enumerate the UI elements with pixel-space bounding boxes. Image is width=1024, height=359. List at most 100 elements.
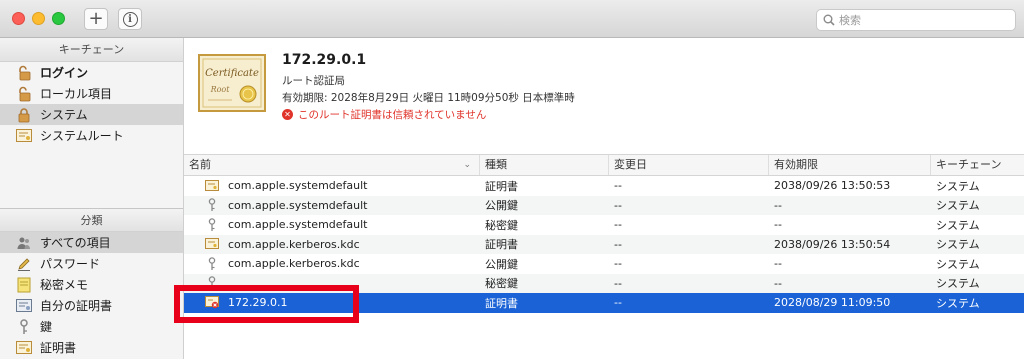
row-kind: 証明書 — [485, 296, 518, 310]
keychain-list: ログイン ローカル項目 システム システムルート — [0, 62, 183, 146]
plus-icon: + — [88, 8, 104, 29]
table-row[interactable]: com.apple.systemdefault 公開鍵 -- -- システム — [184, 195, 1024, 215]
certificate-expiration: 有効期限: 2028年8月29日 火曜日 11時09分50秒 日本標準時 — [282, 92, 575, 104]
row-modified: -- — [614, 198, 622, 212]
certificate-kind: ルート認証局 — [282, 75, 345, 87]
sidebar-item-login[interactable]: ログイン — [0, 62, 183, 83]
items-table: 名前 ⌄ 種類 変更日 有効期限 キーチェーン com.apple.systemd… — [184, 154, 1024, 359]
row-keychain: システム — [936, 296, 980, 310]
row-kind: 証明書 — [485, 238, 518, 252]
row-keychain: システム — [936, 199, 980, 213]
sidebar-item-local-items[interactable]: ローカル項目 — [0, 83, 183, 104]
category-section-header: 分類 — [0, 208, 183, 232]
sidebar-item-all-items[interactable]: すべての項目 — [0, 232, 183, 253]
key-icon — [204, 257, 220, 271]
sidebar-item-system[interactable]: システム — [0, 104, 183, 125]
add-item-button[interactable]: + — [84, 8, 108, 30]
sidebar-item-secure-notes[interactable]: 秘密メモ — [0, 274, 183, 295]
column-header-keychain[interactable]: キーチェーン — [931, 155, 1024, 175]
row-modified: -- — [614, 257, 622, 271]
certificate-icon — [16, 340, 32, 356]
sidebar-item-label: 自分の証明書 — [40, 299, 113, 313]
table-row[interactable]: com.apple.systemdefault 証明書 -- 2038/09/2… — [184, 176, 1024, 196]
column-header-modified[interactable]: 変更日 — [609, 155, 769, 175]
row-kind: 公開鍵 — [485, 199, 518, 213]
row-expires: -- — [774, 276, 782, 290]
row-modified: -- — [614, 218, 622, 232]
column-header-kind[interactable]: 種類 — [480, 155, 609, 175]
row-kind: 秘密鍵 — [485, 218, 518, 232]
info-icon: i — [122, 11, 138, 27]
key-icon — [204, 218, 220, 232]
row-kind: 秘密鍵 — [485, 277, 518, 291]
row-name: com.apple.systemdefault — [228, 198, 368, 212]
zoom-window-button[interactable] — [52, 12, 65, 25]
table-row[interactable]: com.apple.systemdefault 秘密鍵 -- -- システム — [184, 215, 1024, 235]
sidebar-item-label: ログイン — [40, 66, 89, 80]
note-icon — [16, 277, 32, 293]
row-expires: 2038/09/26 13:50:53 — [774, 179, 891, 193]
sidebar-item-label: すべての項目 — [40, 236, 111, 250]
sidebar-item-label: 証明書 — [40, 341, 77, 355]
row-modified: -- — [614, 296, 622, 310]
sidebar-item-label: 秘密メモ — [40, 278, 89, 292]
cert-image-title: Certificate — [205, 68, 259, 79]
certificate-detail-header: Certificate Root 172.29.0.1 ルート認証局 有効期限:… — [184, 38, 1024, 154]
row-expires: 2038/09/26 13:50:54 — [774, 237, 891, 251]
trust-warning-text: このルート証明書は信頼されていません — [298, 109, 487, 121]
error-icon: ✕ — [282, 109, 293, 120]
column-header-expires[interactable]: 有効期限 — [769, 155, 931, 175]
table-header: 名前 ⌄ 種類 変更日 有効期限 キーチェーン — [184, 154, 1024, 176]
certificate-icon — [16, 128, 32, 144]
row-expires: 2028/08/29 11:09:50 — [774, 296, 891, 310]
cert-image-subtitle: Root — [210, 85, 231, 94]
row-expires: -- — [774, 198, 782, 212]
sidebar-item-keys[interactable]: 鍵 — [0, 316, 183, 337]
lock-open-icon — [16, 65, 32, 81]
get-info-button[interactable]: i — [118, 8, 142, 30]
row-keychain: システム — [936, 257, 980, 271]
row-keychain: システム — [936, 277, 980, 291]
row-kind: 公開鍵 — [485, 257, 518, 271]
table-row[interactable]: com.apple.kerberos.kdc 証明書 -- 2038/09/26… — [184, 234, 1024, 254]
annotation-highlight-box — [174, 285, 359, 323]
lock-icon — [16, 107, 32, 123]
minimize-window-button[interactable] — [32, 12, 45, 25]
sidebar-item-label: 鍵 — [40, 320, 53, 334]
search-icon — [823, 14, 835, 26]
sidebar-item-my-certificates[interactable]: 自分の証明書 — [0, 295, 183, 316]
row-modified: -- — [614, 237, 622, 251]
row-keychain: システム — [936, 218, 980, 232]
keychain-section-header: キーチェーン — [0, 38, 183, 62]
certificate-icon — [204, 179, 220, 193]
row-keychain: システム — [936, 179, 980, 193]
search-field[interactable] — [816, 9, 1016, 31]
my-certificate-icon — [16, 298, 32, 314]
pencil-icon — [16, 256, 32, 272]
row-name: com.apple.kerberos.kdc — [228, 257, 360, 271]
row-name: com.apple.kerberos.kdc — [228, 237, 360, 251]
table-row[interactable]: com.apple.kerberos.kdc 公開鍵 -- -- システム — [184, 254, 1024, 274]
close-window-button[interactable] — [12, 12, 25, 25]
key-icon — [16, 318, 32, 335]
sidebar-item-passwords[interactable]: パスワード — [0, 253, 183, 274]
sidebar-item-label: システム — [40, 108, 88, 122]
column-header-name[interactable]: 名前 ⌄ — [184, 155, 480, 175]
trust-warning: ✕ このルート証明書は信頼されていません — [282, 107, 486, 122]
row-name: com.apple.systemdefault — [228, 179, 368, 193]
search-input[interactable] — [839, 13, 1009, 27]
row-expires: -- — [774, 257, 782, 271]
sidebar-item-certificates[interactable]: 証明書 — [0, 337, 183, 358]
sidebar: キーチェーン ログイン ローカル項目 システム システムルート 分類 すべての項… — [0, 38, 184, 359]
sidebar-item-system-roots[interactable]: システムルート — [0, 125, 183, 146]
row-kind: 証明書 — [485, 179, 518, 193]
people-icon — [16, 235, 32, 251]
window-titlebar: + i — [0, 0, 1024, 38]
category-list: すべての項目 パスワード 秘密メモ 自分の証明書 鍵 証明書 — [0, 232, 183, 358]
row-modified: -- — [614, 276, 622, 290]
lock-open-icon — [16, 86, 32, 102]
certificate-icon — [204, 237, 220, 251]
sidebar-item-label: ローカル項目 — [40, 87, 113, 101]
chevron-down-icon: ⌄ — [463, 160, 471, 170]
large-certificate-icon: Certificate Root — [198, 54, 266, 112]
